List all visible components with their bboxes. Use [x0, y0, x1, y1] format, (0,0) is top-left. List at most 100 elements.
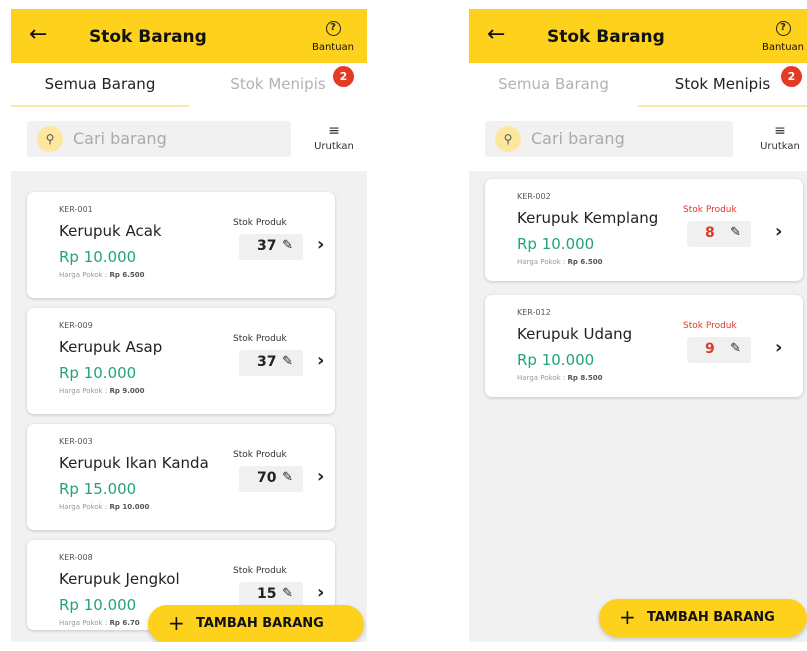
cost-value: Rp 6.500: [567, 258, 603, 266]
chevron-right-icon[interactable]: ›: [317, 582, 324, 603]
stock-count: 8: [705, 225, 715, 241]
product-name: Kerupuk Kemplang: [517, 209, 659, 227]
tab-label: Semua Barang: [44, 75, 156, 93]
product-code: KER-003: [59, 437, 93, 446]
stock-label: Stok Produk: [233, 450, 287, 460]
product-code: KER-002: [517, 192, 551, 201]
search-input[interactable]: ⚲ Cari barang: [27, 121, 291, 157]
help-button[interactable]: ? Bantuan: [755, 15, 807, 53]
tab-label: Stok Menipis: [230, 75, 326, 93]
cost-price: Harga Pokok : Rp 9.000: [59, 387, 144, 395]
cost-label: Harga Pokok :: [59, 503, 108, 511]
pencil-icon[interactable]: ✎: [730, 225, 741, 240]
app-bar: ← Stok Barang ? Bantuan: [469, 9, 807, 63]
tab-active-indicator: [11, 105, 189, 107]
stock-count: 15: [257, 586, 277, 602]
add-item-button[interactable]: + TAMBAH BARANG: [599, 599, 807, 637]
sort-lines-icon: ≡: [328, 123, 340, 139]
arrow-left-icon[interactable]: ←: [487, 23, 505, 47]
sort-button[interactable]: ≡ Urutkan: [751, 123, 807, 152]
search-row: ⚲ Cari barang ≡ Urutkan: [469, 109, 807, 171]
plus-icon: +: [619, 605, 636, 629]
search-icon: ⚲: [37, 126, 63, 152]
stock-box[interactable]: 9 ✎: [687, 337, 751, 363]
product-price: Rp 10.000: [517, 351, 595, 369]
stock-box[interactable]: 8 ✎: [687, 221, 751, 247]
product-code: KER-008: [59, 553, 93, 562]
help-button[interactable]: ? Bantuan: [305, 15, 361, 53]
chevron-right-icon[interactable]: ›: [317, 234, 324, 255]
stock-box[interactable]: 70 ✎: [239, 466, 303, 492]
cost-label: Harga Pokok :: [517, 374, 566, 382]
pencil-icon[interactable]: ✎: [730, 341, 741, 356]
tab-all-items[interactable]: Semua Barang: [469, 63, 638, 109]
pencil-icon[interactable]: ✎: [282, 238, 293, 253]
product-price: Rp 10.000: [59, 364, 137, 382]
pencil-icon[interactable]: ✎: [282, 586, 293, 601]
add-item-button[interactable]: + TAMBAH BARANG: [148, 605, 364, 642]
cost-value: Rp 6.500: [109, 271, 145, 279]
low-stock-badge: 2: [333, 66, 354, 87]
sort-button[interactable]: ≡ Urutkan: [305, 123, 363, 152]
stock-box[interactable]: 37 ✎: [239, 234, 303, 260]
stock-label: Stok Produk: [683, 205, 737, 215]
product-name: Kerupuk Jengkol: [59, 570, 180, 588]
pencil-icon[interactable]: ✎: [282, 470, 293, 485]
product-price: Rp 10.000: [59, 596, 137, 614]
cost-price: Harga Pokok : Rp 6.70: [59, 619, 140, 627]
help-label: Bantuan: [311, 42, 355, 53]
search-placeholder: Cari barang: [73, 129, 167, 148]
chevron-right-icon[interactable]: ›: [317, 466, 324, 487]
product-code: KER-009: [59, 321, 93, 330]
sort-lines-icon: ≡: [774, 123, 786, 139]
page-title: Stok Barang: [547, 27, 665, 47]
product-card[interactable]: KER-003 Kerupuk Ikan Kanda Rp 15.000 Har…: [27, 424, 335, 530]
sort-label: Urutkan: [760, 141, 800, 152]
search-input[interactable]: ⚲ Cari barang: [485, 121, 733, 157]
cost-label: Harga Pokok :: [517, 258, 566, 266]
tab-active-indicator: [638, 105, 807, 107]
product-code: KER-001: [59, 205, 93, 214]
arrow-left-icon[interactable]: ←: [29, 23, 47, 47]
cost-price: Harga Pokok : Rp 6.500: [517, 258, 602, 266]
help-label: Bantuan: [761, 42, 805, 53]
cost-value: Rp 9.000: [109, 387, 145, 395]
search-placeholder: Cari barang: [531, 129, 625, 148]
product-price: Rp 10.000: [59, 248, 137, 266]
cost-label: Harga Pokok :: [59, 619, 108, 627]
product-card[interactable]: KER-012 Kerupuk Udang Rp 10.000 Harga Po…: [485, 295, 803, 397]
page-title: Stok Barang: [89, 27, 207, 47]
low-stock-badge: 2: [781, 66, 802, 87]
product-card[interactable]: KER-002 Kerupuk Kemplang Rp 10.000 Harga…: [485, 179, 803, 281]
stock-count: 37: [257, 354, 277, 370]
stock-label: Stok Produk: [683, 321, 737, 331]
product-name: Kerupuk Ikan Kanda: [59, 454, 209, 472]
add-item-label: TAMBAH BARANG: [647, 610, 775, 625]
screen-all-items: ← Stok Barang ? Bantuan Semua Barang Sto…: [11, 9, 367, 642]
product-price: Rp 15.000: [59, 480, 137, 498]
chevron-right-icon[interactable]: ›: [775, 221, 782, 242]
product-price: Rp 10.000: [517, 235, 595, 253]
product-card[interactable]: KER-001 Kerupuk Acak Rp 10.000 Harga Pok…: [27, 192, 335, 298]
question-circle-icon: ?: [775, 21, 791, 36]
stock-box[interactable]: 37 ✎: [239, 350, 303, 376]
cost-value: Rp 8.500: [567, 374, 603, 382]
tab-all-items[interactable]: Semua Barang: [11, 63, 189, 109]
cost-price: Harga Pokok : Rp 10.000: [59, 503, 149, 511]
chevron-right-icon[interactable]: ›: [317, 350, 324, 371]
stock-label: Stok Produk: [233, 218, 287, 228]
cost-label: Harga Pokok :: [59, 387, 108, 395]
stock-label: Stok Produk: [233, 334, 287, 344]
cost-value: Rp 10.000: [109, 503, 150, 511]
product-name: Kerupuk Asap: [59, 338, 163, 356]
pencil-icon[interactable]: ✎: [282, 354, 293, 369]
search-row: ⚲ Cari barang ≡ Urutkan: [11, 109, 367, 171]
product-card[interactable]: KER-009 Kerupuk Asap Rp 10.000 Harga Pok…: [27, 308, 335, 414]
add-item-label: TAMBAH BARANG: [196, 616, 324, 631]
search-icon: ⚲: [495, 126, 521, 152]
product-name: Kerupuk Acak: [59, 222, 162, 240]
tab-bar: Semua Barang Stok Menipis 2: [11, 63, 367, 109]
screen-low-stock: ← Stok Barang ? Bantuan Semua Barang Sto…: [469, 9, 807, 642]
plus-icon: +: [168, 611, 185, 635]
chevron-right-icon[interactable]: ›: [775, 337, 782, 358]
